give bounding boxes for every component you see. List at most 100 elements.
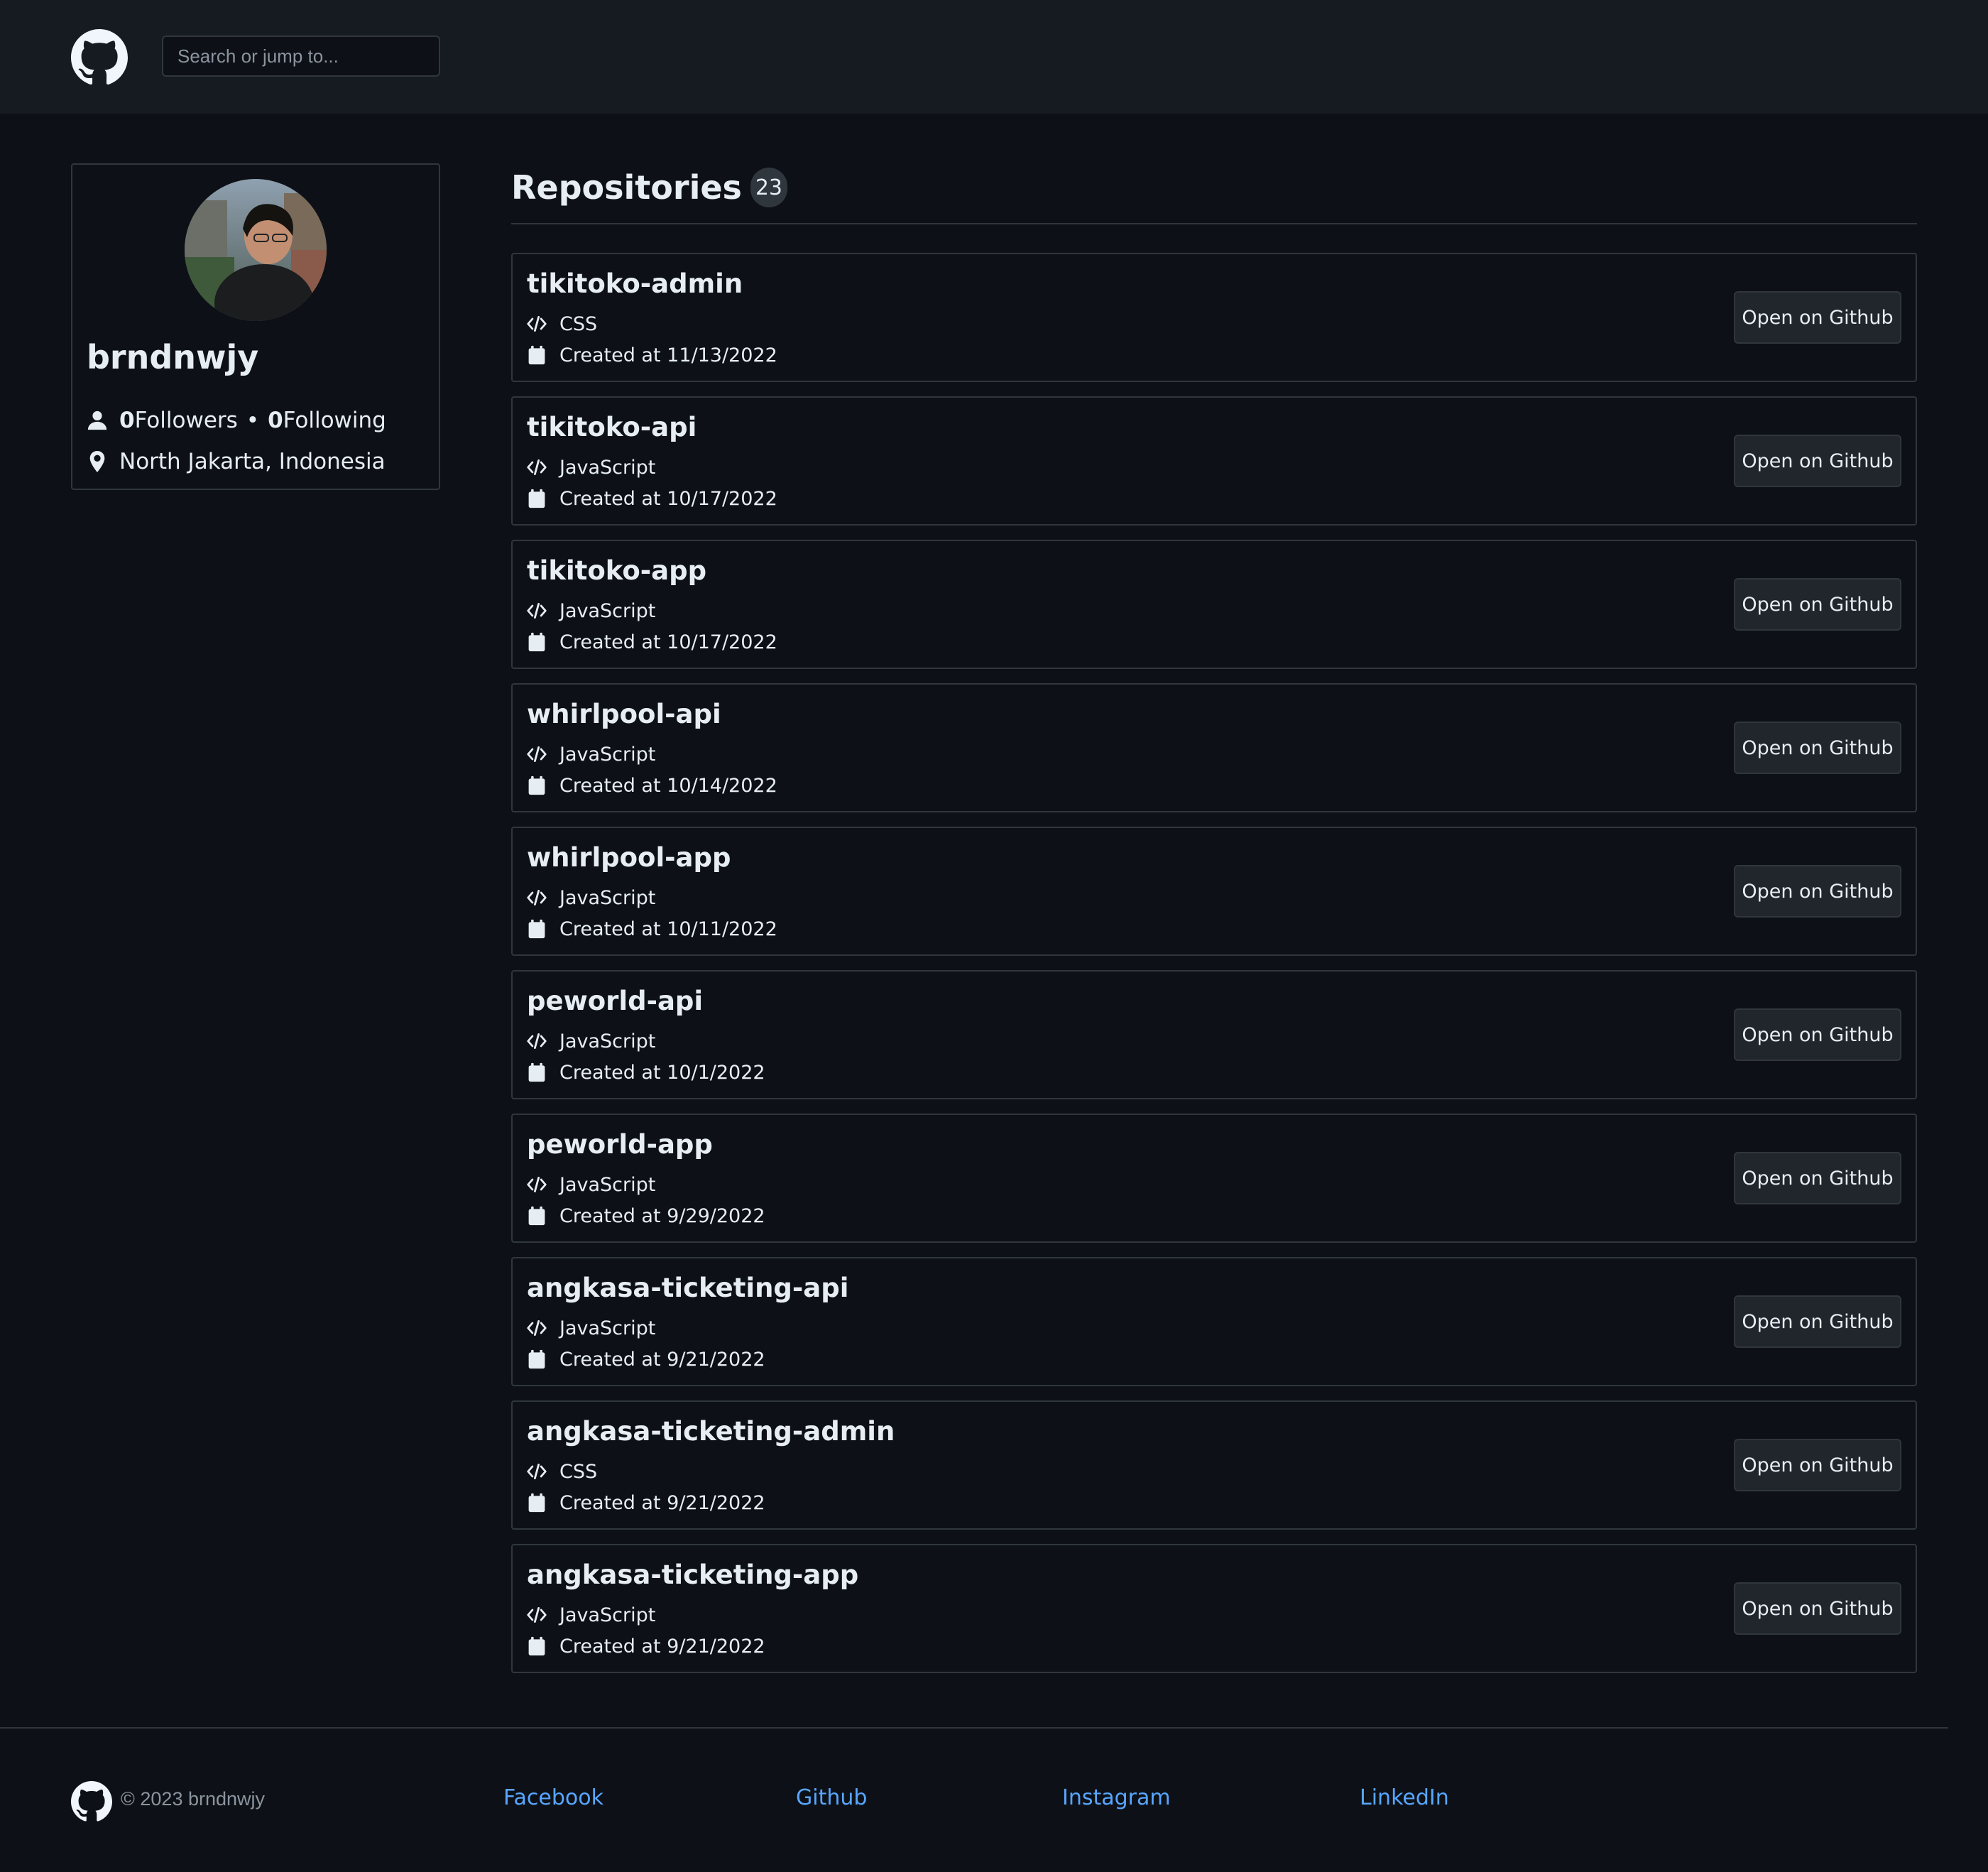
repository-name[interactable]: whirlpool-api bbox=[527, 699, 721, 729]
repository-card: whirlpool-app JavaScript Created at 10/1… bbox=[511, 827, 1917, 956]
calendar-icon bbox=[527, 918, 547, 940]
repository-name[interactable]: angkasa-ticketing-admin bbox=[527, 1416, 895, 1447]
calendar-icon bbox=[527, 1062, 547, 1083]
stats-separator: • bbox=[246, 408, 260, 433]
footer-copyright: © 2023 brndnwjy bbox=[121, 1788, 266, 1810]
repository-created-text: Created at 10/17/2022 bbox=[559, 487, 777, 510]
repositories-title: Repositories bbox=[511, 168, 742, 207]
repository-language-text: JavaScript bbox=[559, 1173, 656, 1196]
calendar-icon bbox=[527, 344, 547, 366]
open-on-github-button[interactable]: Open on Github bbox=[1734, 1008, 1901, 1061]
calendar-icon bbox=[527, 488, 547, 509]
open-on-github-button[interactable]: Open on Github bbox=[1734, 291, 1901, 344]
open-on-github-button[interactable]: Open on Github bbox=[1734, 865, 1901, 918]
repository-language: JavaScript bbox=[527, 1601, 655, 1629]
repository-card: angkasa-ticketing-api JavaScript Created… bbox=[511, 1257, 1917, 1386]
code-icon bbox=[527, 600, 547, 621]
repository-card: angkasa-ticketing-app JavaScript Created… bbox=[511, 1544, 1917, 1673]
repository-created-text: Created at 10/14/2022 bbox=[559, 774, 777, 797]
calendar-icon bbox=[527, 1205, 547, 1226]
repository-card: angkasa-ticketing-admin CSS Created at 9… bbox=[511, 1400, 1917, 1530]
open-on-github-button[interactable]: Open on Github bbox=[1734, 1439, 1901, 1491]
open-on-github-button[interactable]: Open on Github bbox=[1734, 435, 1901, 487]
repository-name[interactable]: tikitoko-app bbox=[527, 555, 706, 586]
github-logo-icon bbox=[71, 1781, 112, 1822]
code-icon bbox=[527, 313, 547, 334]
repository-language-text: CSS bbox=[559, 1460, 598, 1483]
repository-created-text: Created at 11/13/2022 bbox=[559, 344, 777, 366]
repository-created-text: Created at 9/21/2022 bbox=[559, 1348, 765, 1371]
repository-name[interactable]: angkasa-ticketing-app bbox=[527, 1560, 858, 1590]
calendar-icon bbox=[527, 631, 547, 653]
repository-card: tikitoko-api JavaScript Created at 10/17… bbox=[511, 396, 1917, 526]
location-text: North Jakarta, Indonesia bbox=[119, 449, 386, 474]
footer-link-facebook[interactable]: Facebook bbox=[503, 1785, 604, 1810]
open-on-github-button[interactable]: Open on Github bbox=[1734, 1582, 1901, 1635]
repository-language-text: JavaScript bbox=[559, 743, 656, 766]
footer-link-github[interactable]: Github bbox=[796, 1785, 867, 1810]
repository-language-text: JavaScript bbox=[559, 1030, 656, 1052]
calendar-icon bbox=[527, 1636, 547, 1657]
open-on-github-button[interactable]: Open on Github bbox=[1734, 1295, 1901, 1348]
repository-language-text: JavaScript bbox=[559, 1604, 656, 1626]
repository-name[interactable]: tikitoko-admin bbox=[527, 268, 743, 299]
footer-link-instagram[interactable]: Instagram bbox=[1062, 1785, 1171, 1810]
open-on-github-button[interactable]: Open on Github bbox=[1734, 578, 1901, 631]
footer-link-linkedin[interactable]: LinkedIn bbox=[1360, 1785, 1449, 1810]
code-icon bbox=[527, 1030, 547, 1052]
avatar bbox=[185, 179, 327, 321]
open-on-github-button[interactable]: Open on Github bbox=[1734, 1152, 1901, 1204]
repository-language: CSS bbox=[527, 1457, 597, 1486]
repositories-heading: Repositories 23 bbox=[511, 165, 787, 210]
repository-created-text: Created at 10/1/2022 bbox=[559, 1061, 765, 1084]
repository-language-text: CSS bbox=[559, 312, 598, 335]
repository-language: JavaScript bbox=[527, 597, 655, 625]
repository-created-date: Created at 9/21/2022 bbox=[527, 1632, 765, 1660]
repository-language: JavaScript bbox=[527, 1170, 655, 1199]
code-icon bbox=[527, 744, 547, 765]
code-icon bbox=[527, 1317, 547, 1339]
repository-name[interactable]: peworld-api bbox=[527, 986, 703, 1016]
repository-card: peworld-api JavaScript Created at 10/1/2… bbox=[511, 970, 1917, 1099]
repository-language-text: JavaScript bbox=[559, 886, 656, 909]
code-icon bbox=[527, 887, 547, 908]
calendar-icon bbox=[527, 1492, 547, 1513]
repository-card: tikitoko-app JavaScript Created at 10/17… bbox=[511, 540, 1917, 669]
repository-name[interactable]: whirlpool-app bbox=[527, 842, 731, 873]
repository-card: peworld-app JavaScript Created at 9/29/2… bbox=[511, 1114, 1917, 1243]
calendar-icon bbox=[527, 1349, 547, 1370]
repository-list: tikitoko-admin CSS Created at 11/13/2022… bbox=[511, 253, 1917, 1687]
following-label: Following bbox=[283, 408, 386, 433]
code-icon bbox=[527, 457, 547, 478]
follow-stats: 0 Followers • 0 Following bbox=[87, 405, 386, 436]
repository-created-text: Created at 10/17/2022 bbox=[559, 631, 777, 653]
repository-language: JavaScript bbox=[527, 453, 655, 481]
repository-card: tikitoko-admin CSS Created at 11/13/2022… bbox=[511, 253, 1917, 382]
footer-divider bbox=[0, 1727, 1948, 1729]
followers-count: 0 bbox=[119, 408, 135, 433]
repository-created-date: Created at 11/13/2022 bbox=[527, 341, 777, 369]
repository-created-text: Created at 9/21/2022 bbox=[559, 1491, 765, 1514]
repository-language-text: JavaScript bbox=[559, 599, 656, 622]
calendar-icon bbox=[527, 775, 547, 796]
followers-label: Followers bbox=[134, 408, 238, 433]
open-on-github-button[interactable]: Open on Github bbox=[1734, 722, 1901, 774]
profile-username: brndnwjy bbox=[87, 338, 259, 376]
repository-created-date: Created at 10/11/2022 bbox=[527, 915, 777, 943]
repository-name[interactable]: peworld-app bbox=[527, 1129, 713, 1160]
repository-name[interactable]: angkasa-ticketing-api bbox=[527, 1273, 848, 1303]
repository-language: JavaScript bbox=[527, 883, 655, 912]
repository-created-date: Created at 9/21/2022 bbox=[527, 1345, 765, 1373]
repository-language-text: JavaScript bbox=[559, 456, 656, 479]
repository-language-text: JavaScript bbox=[559, 1317, 656, 1339]
repositories-count-badge: 23 bbox=[750, 168, 787, 207]
following-count: 0 bbox=[268, 408, 283, 433]
repository-created-text: Created at 9/21/2022 bbox=[559, 1635, 765, 1658]
repository-created-date: Created at 10/17/2022 bbox=[527, 484, 777, 513]
repository-language: CSS bbox=[527, 310, 597, 338]
code-icon bbox=[527, 1604, 547, 1626]
github-logo-icon[interactable] bbox=[71, 29, 128, 86]
search-input[interactable] bbox=[162, 36, 440, 77]
repository-name[interactable]: tikitoko-api bbox=[527, 412, 697, 442]
repository-created-text: Created at 10/11/2022 bbox=[559, 918, 777, 940]
